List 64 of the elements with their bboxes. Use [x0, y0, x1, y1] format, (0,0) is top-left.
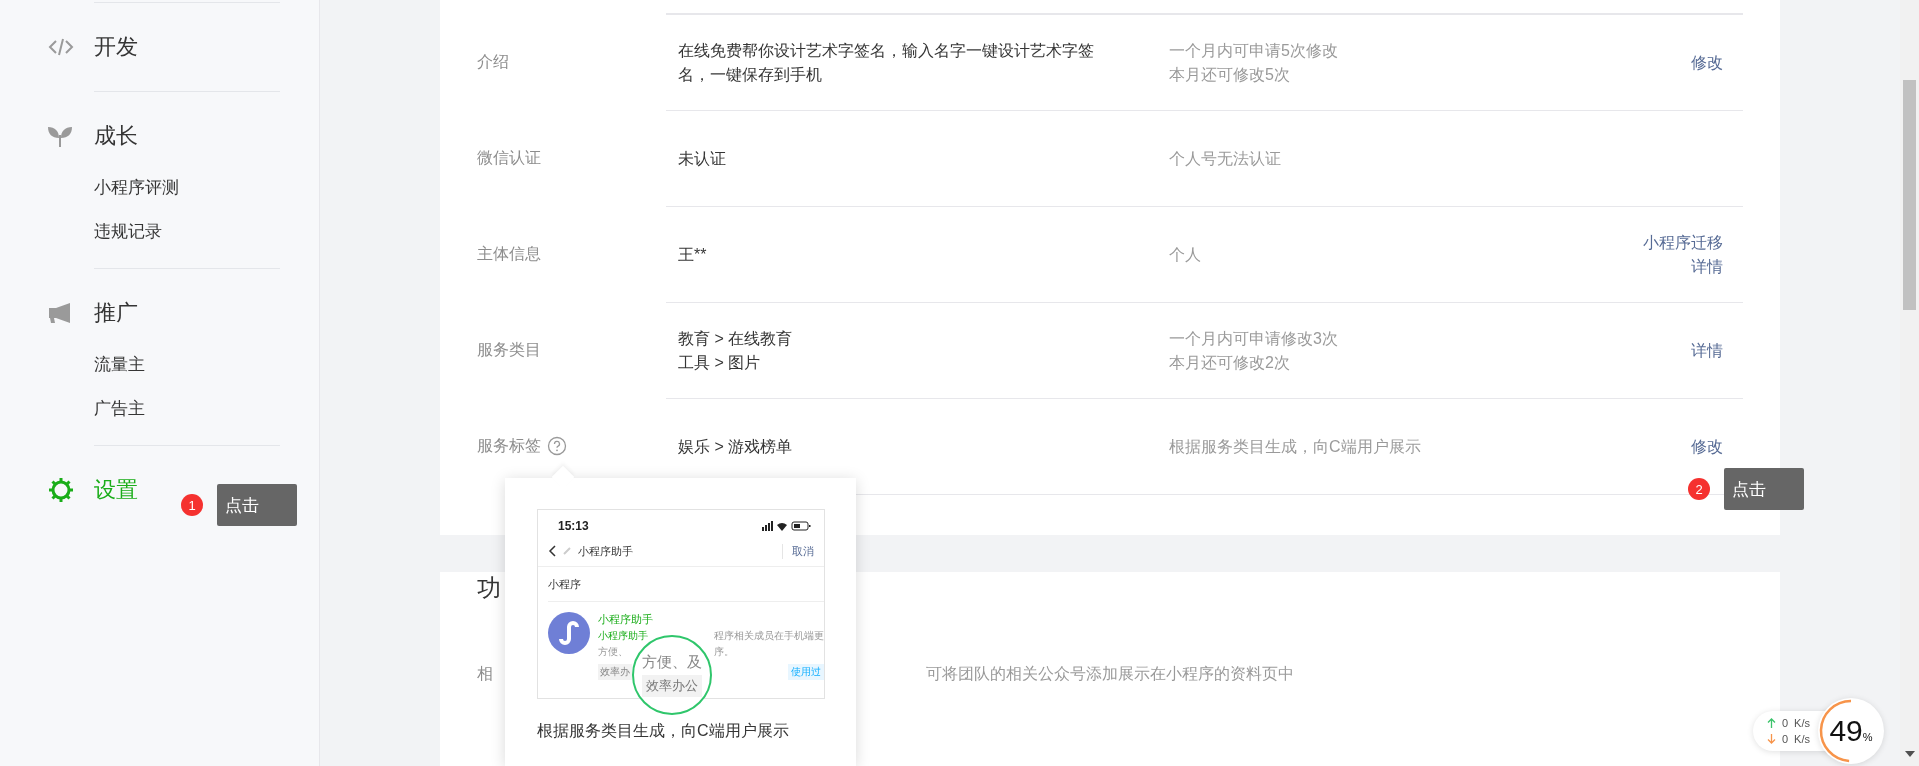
status-time: 15:13 — [558, 519, 589, 533]
row-label: 主体信息 — [477, 243, 541, 264]
used-badge: 使用过 — [788, 664, 824, 680]
row-label: 介绍 — [477, 51, 509, 72]
megaphone-icon — [48, 301, 72, 325]
upload-arrow-icon — [1766, 718, 1776, 728]
row-value: 在线免费帮你设计艺术字签名，输入名字一键设计艺术字签 名，一键保存到手机 — [678, 40, 1095, 85]
result-description: 序。 — [714, 645, 734, 659]
speed-unit: K/s — [1794, 733, 1810, 745]
sprout-icon — [48, 125, 72, 147]
action-link[interactable]: 详情 — [1691, 338, 1723, 363]
row-value: 未认证 — [678, 148, 727, 169]
upload-speed: 0 — [1781, 717, 1789, 729]
download-speed: 0 — [1781, 733, 1789, 745]
usage-gauge[interactable]: 49% — [1818, 698, 1884, 764]
sidebar-section[interactable]: 开发 — [94, 32, 138, 62]
cancel-button[interactable]: 取消 — [782, 543, 814, 559]
result-highlight: 小程序助手 — [598, 629, 648, 643]
row-label: 服务标签 — [477, 435, 541, 456]
result-description: 程序相关成员在手机端更 — [714, 629, 824, 643]
action-link[interactable]: 小程序迁移 — [1643, 230, 1723, 255]
app-icon — [548, 612, 590, 654]
magnified-tag: 效率办公 — [642, 675, 702, 697]
code-icon — [48, 37, 74, 57]
sidebar-section[interactable]: 成长 — [94, 121, 138, 151]
row-description: 根据服务类目生成，向C端用户展示 — [1169, 436, 1422, 457]
status-icons — [762, 521, 812, 531]
row-label: 服务类目 — [477, 339, 541, 360]
sidebar-section[interactable]: 推广 — [94, 298, 138, 328]
row-value: 教育 > 在线教育 工具 > 图片 — [678, 328, 794, 373]
magnified-text: 方便、及 — [642, 653, 702, 672]
usage-percent: 49% — [1829, 714, 1873, 748]
scrollbar[interactable] — [1900, 0, 1919, 766]
card-title: 功 — [477, 573, 501, 603]
row-description: 个人号无法认证 — [1169, 148, 1282, 169]
row-description: 可将团队的相关公众号添加展示在小程序的资料页中 — [926, 664, 1295, 684]
step-badge: 1 — [181, 494, 203, 516]
result-description: 方便、 — [598, 645, 628, 659]
row-description: 一个月内可申请修改3次 本月还可修改2次 — [1169, 328, 1339, 373]
row-value: 娱乐 > 游戏榜单 — [678, 436, 794, 457]
action-link[interactable]: 修改 — [1691, 434, 1723, 459]
help-icon[interactable] — [547, 436, 567, 456]
row-label: 微信认证 — [477, 147, 541, 168]
row-description: 一个月内可申请5次修改 本月还可修改5次 — [1169, 40, 1339, 85]
section-heading: 小程序 — [548, 567, 824, 602]
sidebar-item[interactable]: 流量主 — [94, 355, 145, 374]
row-description: 个人 — [1169, 244, 1202, 265]
category-tag: 效率办 — [598, 664, 632, 680]
tooltip: 点击 — [217, 484, 297, 526]
search-field[interactable]: 小程序助手 — [578, 543, 776, 559]
settings-icon[interactable] — [48, 477, 74, 503]
tooltip: 点击 — [1724, 468, 1804, 510]
speed-unit: K/s — [1794, 717, 1810, 729]
popover-caption: 根据服务类目生成，向C端用户展示 — [537, 721, 790, 741]
download-arrow-icon — [1766, 734, 1776, 744]
back-icon[interactable] — [548, 545, 556, 557]
sidebar-item[interactable]: 小程序评测 — [94, 178, 179, 197]
row-label: 相 — [477, 664, 493, 684]
sidebar-item[interactable]: 广告主 — [94, 399, 145, 418]
link-icon — [562, 546, 572, 556]
action-link[interactable]: 修改 — [1691, 50, 1723, 75]
action-link[interactable]: 详情 — [1691, 254, 1723, 279]
sidebar-item[interactable]: 违规记录 — [94, 222, 162, 241]
row-value: 王** — [678, 244, 708, 265]
